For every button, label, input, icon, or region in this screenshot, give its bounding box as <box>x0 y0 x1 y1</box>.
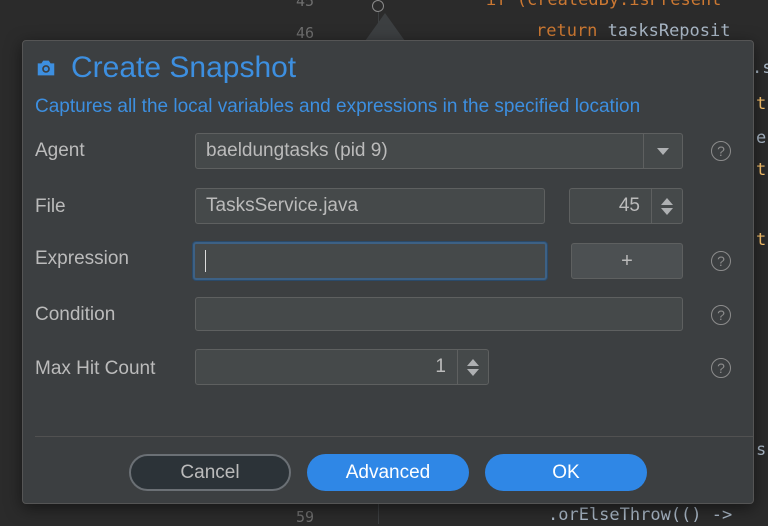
code-line: .orElseThrow(() -> <box>548 505 733 525</box>
max-hit-count-help-icon[interactable]: ? <box>711 358 731 378</box>
advanced-button[interactable]: Advanced <box>307 454 469 491</box>
divider <box>35 436 753 437</box>
line-number: 59 <box>296 508 315 526</box>
expression-label: Expression <box>35 248 129 269</box>
code-fragment: s <box>756 440 767 460</box>
code-line: if (createdBy.isPresent <box>486 0 722 10</box>
add-expression-button[interactable]: + <box>571 243 683 279</box>
ok-button[interactable]: OK <box>485 454 647 491</box>
agent-help-icon[interactable]: ? <box>711 141 731 161</box>
expression-help-icon[interactable]: ? <box>711 251 731 271</box>
max-hit-count-label: Max Hit Count <box>35 358 156 379</box>
line-number: 45 <box>296 0 315 10</box>
agent-select[interactable]: baeldungtasks (pid 9) <box>195 133 683 169</box>
code-fragment: t <box>756 160 767 180</box>
cancel-button[interactable]: Cancel <box>129 454 291 491</box>
file-field-value: TasksService.java <box>206 195 359 216</box>
code-fragment: .s <box>752 58 768 78</box>
text-caret <box>205 250 206 272</box>
agent-label: Agent <box>35 140 85 161</box>
file-label: File <box>35 196 66 217</box>
camera-icon <box>37 60 55 76</box>
line-number-stepper[interactable]: 45 <box>569 188 683 224</box>
file-field[interactable]: TasksService.java <box>195 188 545 224</box>
stepper-arrows-icon[interactable] <box>457 350 488 384</box>
condition-label: Condition <box>35 304 116 325</box>
dialog-subtitle: Captures all the local variables and exp… <box>35 96 641 117</box>
dialog-title: Create Snapshot <box>71 51 297 84</box>
line-number-value: 45 <box>618 195 640 216</box>
code-fragment: e <box>756 128 767 148</box>
code-keyword: return <box>536 21 598 41</box>
condition-input[interactable] <box>195 297 683 331</box>
balloon-pointer <box>365 13 405 41</box>
stepper-arrows-icon[interactable] <box>651 189 682 223</box>
code-fragment: t <box>756 230 767 250</box>
agent-select-value: baeldungtasks (pid 9) <box>206 140 388 161</box>
max-hit-count-value: 1 <box>435 356 446 377</box>
max-hit-count-stepper[interactable]: 1 <box>195 349 489 385</box>
code-fragment: t <box>756 94 767 114</box>
code-line: return tasksReposit <box>536 21 730 41</box>
dialog-header: Create Snapshot <box>35 51 296 85</box>
code-text: tasksReposit <box>597 21 731 41</box>
chevron-down-icon[interactable] <box>643 134 682 168</box>
condition-help-icon[interactable]: ? <box>711 305 731 325</box>
create-snapshot-dialog: Create Snapshot Captures all the local v… <box>22 40 754 504</box>
breakpoint-marker[interactable] <box>372 0 384 12</box>
expression-input[interactable] <box>193 242 547 280</box>
